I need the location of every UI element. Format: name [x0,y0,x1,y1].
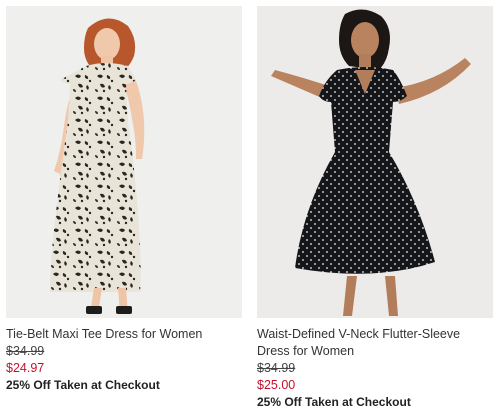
product-card-leopard-maxi[interactable]: Tie-Belt Maxi Tee Dress for Women $34.99… [6,6,242,394]
original-price: $34.99 [257,361,296,375]
promo-text: 25% Off Taken at Checkout [257,395,411,409]
sale-price: $25.00 [257,378,296,392]
product-grid: Tie-Belt Maxi Tee Dress for Women $34.99… [0,0,499,412]
sale-price: $24.97 [6,361,45,375]
product-title[interactable]: Tie-Belt Maxi Tee Dress for Women [6,326,242,343]
product-card-polka-dot-dress[interactable]: Waist-Defined V-Neck Flutter-Sleeve Dres… [257,6,493,411]
product-title[interactable]: Waist-Defined V-Neck Flutter-Sleeve Dres… [257,326,493,360]
product-info: Tie-Belt Maxi Tee Dress for Women $34.99… [6,318,242,394]
original-price: $34.99 [6,344,45,358]
product-image[interactable] [6,6,242,318]
promo-text: 25% Off Taken at Checkout [6,378,160,392]
product-info: Waist-Defined V-Neck Flutter-Sleeve Dres… [257,318,493,411]
product-image[interactable] [257,6,493,318]
model-photo-polka-dot-dress [271,9,471,316]
model-photo-leopard-dress [50,18,145,314]
